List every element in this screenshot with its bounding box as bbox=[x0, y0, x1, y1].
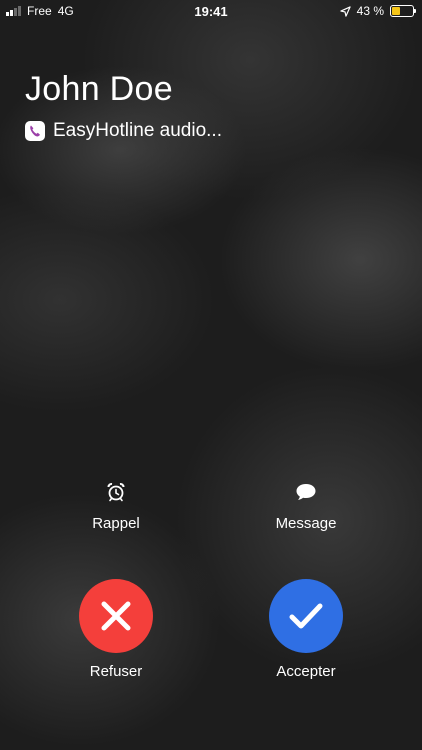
checkmark-icon bbox=[289, 603, 323, 629]
alarm-clock-icon bbox=[107, 483, 125, 502]
accept-button[interactable]: Accepter bbox=[246, 579, 366, 680]
reminder-label: Rappel bbox=[92, 515, 140, 532]
accept-circle[interactable] bbox=[269, 579, 343, 653]
location-arrow-icon bbox=[339, 5, 351, 17]
message-label: Message bbox=[275, 515, 337, 532]
phone-handset-icon bbox=[25, 121, 45, 141]
app-name: EasyHotline audio... bbox=[53, 120, 222, 141]
status-bar: Free 4G 19:41 43 % bbox=[0, 0, 422, 22]
battery-icon bbox=[390, 5, 416, 17]
reminder-button[interactable]: Rappel bbox=[56, 482, 176, 532]
speech-bubble-icon bbox=[296, 484, 316, 500]
x-mark-icon bbox=[101, 601, 131, 631]
battery-percent: 43 % bbox=[356, 4, 384, 18]
battery-fill bbox=[392, 7, 400, 15]
accept-label: Accepter bbox=[276, 663, 336, 680]
decline-circle[interactable] bbox=[79, 579, 153, 653]
app-source: EasyHotline audio... bbox=[25, 120, 222, 142]
decline-label: Refuser bbox=[89, 663, 143, 680]
caller-name: John Doe bbox=[25, 70, 173, 108]
message-button[interactable]: Message bbox=[246, 482, 366, 532]
decline-button[interactable]: Refuser bbox=[56, 579, 176, 680]
status-right: 43 % bbox=[339, 4, 416, 18]
